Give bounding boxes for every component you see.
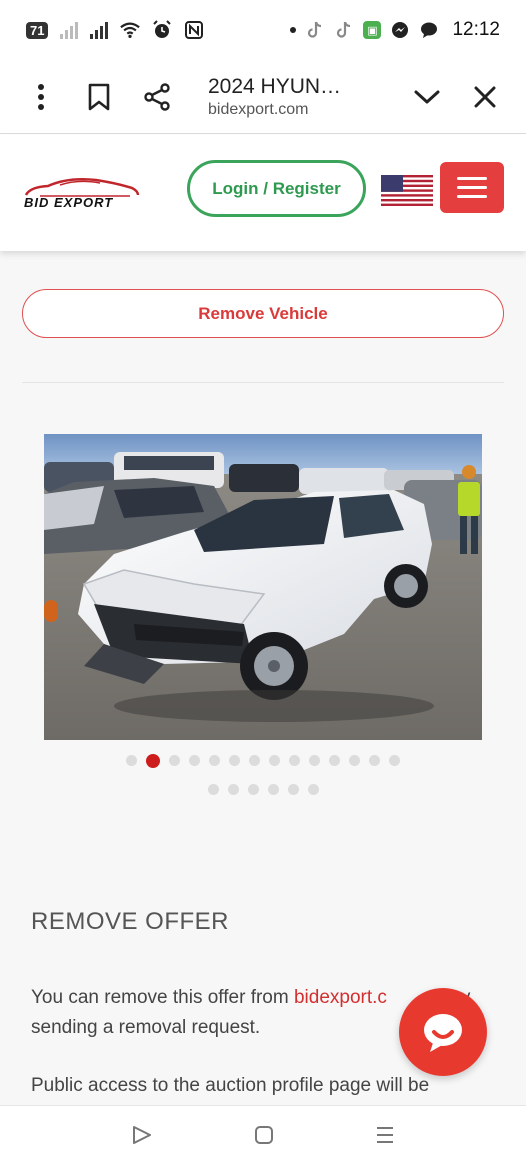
carousel-dot[interactable] bbox=[229, 755, 240, 766]
login-register-button[interactable]: Login / Register bbox=[187, 160, 366, 217]
carousel-dot[interactable] bbox=[287, 784, 299, 795]
carousel-dot[interactable] bbox=[369, 755, 380, 766]
carousel-dot[interactable] bbox=[189, 755, 200, 766]
alarm-icon bbox=[152, 20, 172, 40]
nfc-icon bbox=[184, 20, 204, 40]
carousel-dot[interactable] bbox=[227, 784, 239, 795]
carousel-dots bbox=[0, 754, 526, 768]
close-tab-button[interactable] bbox=[456, 68, 514, 126]
menu-line bbox=[457, 186, 487, 189]
carousel-dot[interactable] bbox=[247, 784, 259, 795]
carousel-dot[interactable] bbox=[269, 755, 280, 766]
carousel-dot[interactable] bbox=[389, 755, 400, 766]
carousel-dot[interactable] bbox=[126, 755, 137, 766]
bidexport-link[interactable]: bidexport.c bbox=[294, 987, 387, 1008]
signal-icon bbox=[90, 21, 109, 39]
status-bar: 71 ▣ 12:12 bbox=[0, 0, 526, 60]
recents-button[interactable] bbox=[375, 1126, 395, 1149]
browser-tab-bar: 2024 HYUN… bidexport.com bbox=[0, 60, 526, 134]
divider bbox=[22, 382, 504, 383]
damaged-car-image bbox=[44, 434, 482, 740]
carousel-dot[interactable] bbox=[207, 784, 219, 795]
chat-button[interactable] bbox=[399, 988, 487, 1076]
remove-offer-heading: REMOVE OFFER bbox=[31, 908, 230, 935]
text-segment: You can remove this offer from bbox=[31, 987, 294, 1008]
bookmark-button[interactable] bbox=[70, 68, 128, 126]
carousel-dot[interactable] bbox=[249, 755, 260, 766]
remove-vehicle-button[interactable]: Remove Vehicle bbox=[22, 289, 504, 338]
home-icon bbox=[254, 1126, 273, 1144]
carousel-dot[interactable] bbox=[309, 755, 320, 766]
back-icon bbox=[132, 1126, 151, 1144]
menu-line bbox=[457, 177, 487, 180]
text-segment: sending a removal request. bbox=[31, 1017, 261, 1038]
carousel-dot[interactable] bbox=[307, 784, 319, 795]
vehicle-photo[interactable] bbox=[44, 434, 482, 740]
expand-button[interactable] bbox=[398, 68, 456, 126]
chevron-down-icon bbox=[414, 90, 440, 103]
share-icon bbox=[144, 82, 170, 111]
chat-bubble-icon bbox=[424, 1014, 462, 1052]
signal-icon bbox=[60, 21, 79, 39]
carousel-dots bbox=[0, 784, 526, 795]
kebab-menu-icon bbox=[38, 83, 44, 110]
carousel-dot[interactable] bbox=[209, 755, 220, 766]
tab-title-area[interactable]: 2024 HYUN… bidexport.com bbox=[208, 75, 398, 119]
site-header: BID EXPORT Login / Register bbox=[0, 135, 526, 251]
carousel-dot[interactable] bbox=[329, 755, 340, 766]
menu-line bbox=[457, 195, 487, 198]
carousel-dot[interactable] bbox=[349, 755, 360, 766]
tiktok-icon bbox=[305, 20, 325, 40]
carousel-dot[interactable] bbox=[267, 784, 279, 795]
system-nav-bar bbox=[0, 1105, 526, 1169]
carousel-dot[interactable] bbox=[146, 754, 160, 768]
chat-icon bbox=[419, 20, 439, 40]
home-button[interactable] bbox=[254, 1125, 274, 1150]
more-options-button[interactable] bbox=[12, 68, 70, 126]
site-logo[interactable]: BID EXPORT bbox=[20, 175, 142, 215]
messenger-icon bbox=[390, 20, 410, 40]
clock: 12:12 bbox=[452, 19, 500, 40]
close-icon bbox=[474, 86, 496, 107]
back-button[interactable] bbox=[131, 1125, 153, 1150]
carousel-dot[interactable] bbox=[289, 755, 300, 766]
logo-text: BID EXPORT bbox=[24, 195, 114, 210]
recents-icon bbox=[377, 1127, 394, 1143]
tiktok-icon bbox=[334, 20, 354, 40]
hamburger-menu-button[interactable] bbox=[440, 162, 504, 213]
page-title: 2024 HYUN… bbox=[208, 74, 342, 98]
battery-saver-icon: 71 bbox=[26, 21, 49, 39]
wifi-icon bbox=[120, 20, 141, 40]
dot-icon bbox=[290, 27, 297, 33]
page-url: bidexport.com bbox=[208, 100, 309, 118]
bookmark-icon bbox=[88, 83, 110, 110]
share-button[interactable] bbox=[128, 68, 186, 126]
carousel-dot[interactable] bbox=[169, 755, 180, 766]
public-access-text: Public access to the auction profile pag… bbox=[31, 1075, 430, 1096]
page-content: Remove Vehicle REMOVE OFFER You can remo… bbox=[0, 251, 526, 1105]
us-flag-icon[interactable] bbox=[381, 175, 433, 206]
app-icon: ▣ bbox=[363, 21, 382, 39]
